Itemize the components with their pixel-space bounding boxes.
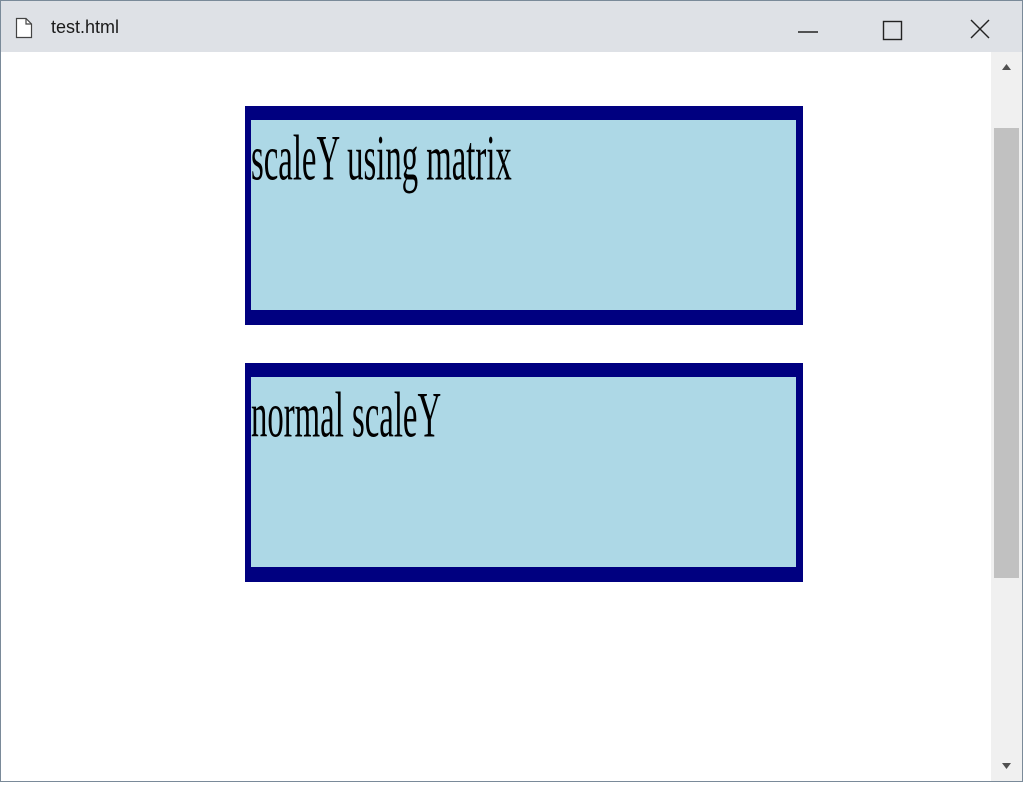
scale-matrix-text: scaleY using matrix — [251, 123, 512, 195]
browser-window: test.html scaleY using matrix normal sca… — [0, 0, 1023, 782]
scroll-up-button[interactable] — [991, 52, 1022, 86]
scale-matrix-box: scaleY using matrix — [245, 106, 803, 325]
vertical-scrollbar[interactable] — [991, 52, 1022, 781]
close-button[interactable] — [944, 1, 1022, 52]
window-title: test.html — [51, 17, 120, 37]
scale-normal-text: normal scaleY — [251, 380, 442, 452]
scale-normal-box: normal scaleY — [245, 363, 803, 582]
minimize-button[interactable] — [771, 1, 839, 52]
maximize-icon — [882, 20, 903, 41]
page-icon — [15, 17, 33, 39]
arrow-up-icon — [1002, 64, 1011, 70]
arrow-down-icon — [1002, 763, 1011, 769]
scrollbar-thumb[interactable] — [994, 128, 1019, 578]
scroll-down-button[interactable] — [991, 747, 1022, 781]
minimize-icon — [798, 31, 818, 33]
title-bar[interactable]: test.html — [1, 1, 1022, 52]
close-icon — [970, 19, 990, 39]
maximize-button[interactable] — [858, 1, 926, 52]
